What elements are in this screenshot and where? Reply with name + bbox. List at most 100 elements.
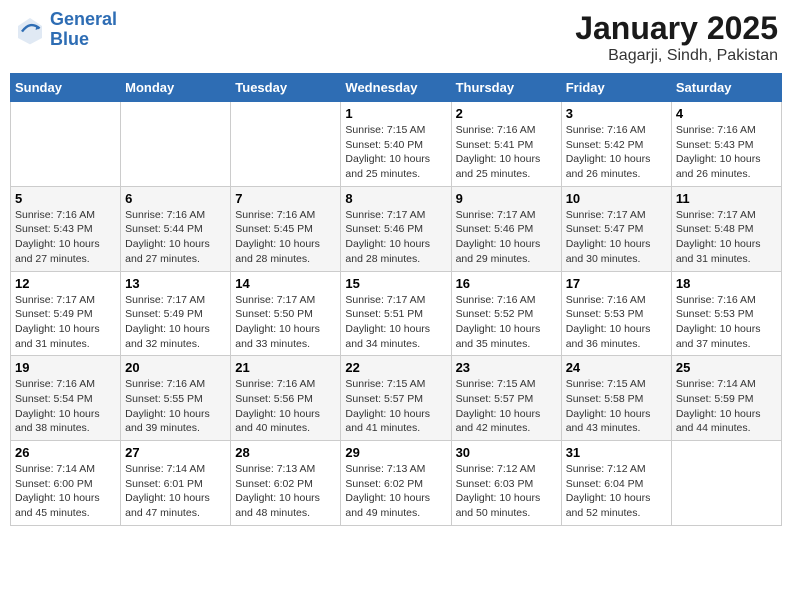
daylight-text: Daylight: 10 hours and 49 minutes. <box>345 491 446 520</box>
calendar-cell: 9Sunrise: 7:17 AMSunset: 5:46 PMDaylight… <box>451 186 561 271</box>
day-info: Sunrise: 7:16 AMSunset: 5:55 PMDaylight:… <box>125 377 226 436</box>
sunrise-text: Sunrise: 7:13 AM <box>345 462 446 477</box>
sunrise-text: Sunrise: 7:14 AM <box>676 377 777 392</box>
daylight-text: Daylight: 10 hours and 31 minutes. <box>15 322 116 351</box>
day-info: Sunrise: 7:16 AMSunset: 5:53 PMDaylight:… <box>676 293 777 352</box>
sunset-text: Sunset: 5:53 PM <box>676 307 777 322</box>
sunset-text: Sunset: 5:57 PM <box>345 392 446 407</box>
calendar-cell <box>231 102 341 187</box>
day-info: Sunrise: 7:16 AMSunset: 5:45 PMDaylight:… <box>235 208 336 267</box>
calendar-cell: 27Sunrise: 7:14 AMSunset: 6:01 PMDayligh… <box>121 441 231 526</box>
sunset-text: Sunset: 6:00 PM <box>15 477 116 492</box>
sunset-text: Sunset: 5:54 PM <box>15 392 116 407</box>
daylight-text: Daylight: 10 hours and 27 minutes. <box>125 237 226 266</box>
weekday-header-sunday: Sunday <box>11 74 121 102</box>
calendar-cell: 17Sunrise: 7:16 AMSunset: 5:53 PMDayligh… <box>561 271 671 356</box>
calendar-cell: 14Sunrise: 7:17 AMSunset: 5:50 PMDayligh… <box>231 271 341 356</box>
day-number: 10 <box>566 191 667 206</box>
daylight-text: Daylight: 10 hours and 37 minutes. <box>676 322 777 351</box>
day-number: 26 <box>15 445 116 460</box>
sunrise-text: Sunrise: 7:16 AM <box>456 123 557 138</box>
location: Bagarji, Sindh, Pakistan <box>575 47 778 65</box>
day-number: 12 <box>15 276 116 291</box>
day-number: 5 <box>15 191 116 206</box>
calendar-cell: 24Sunrise: 7:15 AMSunset: 5:58 PMDayligh… <box>561 356 671 441</box>
day-info: Sunrise: 7:16 AMSunset: 5:43 PMDaylight:… <box>15 208 116 267</box>
sunrise-text: Sunrise: 7:15 AM <box>345 377 446 392</box>
day-number: 11 <box>676 191 777 206</box>
day-info: Sunrise: 7:14 AMSunset: 6:01 PMDaylight:… <box>125 462 226 521</box>
daylight-text: Daylight: 10 hours and 33 minutes. <box>235 322 336 351</box>
day-info: Sunrise: 7:14 AMSunset: 6:00 PMDaylight:… <box>15 462 116 521</box>
calendar-cell: 25Sunrise: 7:14 AMSunset: 5:59 PMDayligh… <box>671 356 781 441</box>
daylight-text: Daylight: 10 hours and 30 minutes. <box>566 237 667 266</box>
sunrise-text: Sunrise: 7:16 AM <box>235 208 336 223</box>
day-info: Sunrise: 7:17 AMSunset: 5:46 PMDaylight:… <box>456 208 557 267</box>
calendar-cell: 15 Sunrise: 7:17 AMSunset: 5:51 PMDayligh… <box>341 271 451 356</box>
daylight-text: Daylight: 10 hours and 47 minutes. <box>125 491 226 520</box>
calendar-week-1: 1Sunrise: 7:15 AMSunset: 5:40 PMDaylight… <box>11 102 782 187</box>
daylight-text: Daylight: 10 hours and 26 minutes. <box>676 152 777 181</box>
calendar-cell: 29Sunrise: 7:13 AMSunset: 6:02 PMDayligh… <box>341 441 451 526</box>
calendar-cell: 18 Sunrise: 7:16 AMSunset: 5:53 PMDayligh… <box>671 271 781 356</box>
day-number: 2 <box>456 106 557 121</box>
day-info: Sunrise: 7:17 AMSunset: 5:51 PMDaylight:… <box>345 293 446 352</box>
sunrise-text: Sunrise: 7:12 AM <box>566 462 667 477</box>
calendar-week-5: 26Sunrise: 7:14 AMSunset: 6:00 PMDayligh… <box>11 441 782 526</box>
daylight-text: Daylight: 10 hours and 27 minutes. <box>15 237 116 266</box>
sunrise-text: Sunrise: 7:15 AM <box>456 377 557 392</box>
calendar-cell: 22Sunrise: 7:15 AMSunset: 5:57 PMDayligh… <box>341 356 451 441</box>
sunset-text: Sunset: 5:58 PM <box>566 392 667 407</box>
sunrise-text: Sunrise: 7:16 AM <box>456 293 557 308</box>
day-number: 20 <box>125 360 226 375</box>
calendar-cell: 7Sunrise: 7:16 AMSunset: 5:45 PMDaylight… <box>231 186 341 271</box>
calendar-cell: 28Sunrise: 7:13 AMSunset: 6:02 PMDayligh… <box>231 441 341 526</box>
sunrise-text: Sunrise: 7:17 AM <box>125 293 226 308</box>
calendar-cell: 10 Sunrise: 7:17 AMSunset: 5:47 PMDayligh… <box>561 186 671 271</box>
calendar-cell: 11Sunrise: 7:17 AMSunset: 5:48 PMDayligh… <box>671 186 781 271</box>
day-number: 16 <box>456 276 557 291</box>
daylight-text: Daylight: 10 hours and 50 minutes. <box>456 491 557 520</box>
daylight-text: Daylight: 10 hours and 29 minutes. <box>456 237 557 266</box>
sunset-text: Sunset: 5:46 PM <box>345 222 446 237</box>
calendar-cell: 26 Sunrise: 7:14 AMSunset: 6:00 PMDayligh… <box>11 441 121 526</box>
calendar-cell: 31Sunrise: 7:12 AMSunset: 6:04 PMDayligh… <box>561 441 671 526</box>
sunrise-text: Sunrise: 7:17 AM <box>345 208 446 223</box>
daylight-text: Daylight: 10 hours and 52 minutes. <box>566 491 667 520</box>
calendar-week-3: 12Sunrise: 7:17 AMSunset: 5:49 PMDayligh… <box>11 271 782 356</box>
day-info: Sunrise: 7:17 AMSunset: 5:47 PMDaylight:… <box>566 208 667 267</box>
weekday-header-row: SundayMondayTuesdayWednesdayThursdayFrid… <box>11 74 782 102</box>
day-number: 19 <box>15 360 116 375</box>
day-info: Sunrise: 7:15 AMSunset: 5:40 PMDaylight:… <box>345 123 446 182</box>
day-info: Sunrise: 7:17 AMSunset: 5:46 PMDaylight:… <box>345 208 446 267</box>
daylight-text: Daylight: 10 hours and 28 minutes. <box>235 237 336 266</box>
daylight-text: Daylight: 10 hours and 42 minutes. <box>456 407 557 436</box>
day-info: Sunrise: 7:17 AMSunset: 5:49 PMDaylight:… <box>15 293 116 352</box>
daylight-text: Daylight: 10 hours and 25 minutes. <box>456 152 557 181</box>
calendar-cell: 20 Sunrise: 7:16 AMSunset: 5:55 PMDayligh… <box>121 356 231 441</box>
calendar-cell: 5 Sunrise: 7:16 AMSunset: 5:43 PMDaylight… <box>11 186 121 271</box>
sunrise-text: Sunrise: 7:17 AM <box>676 208 777 223</box>
calendar-cell: 16Sunrise: 7:16 AMSunset: 5:52 PMDayligh… <box>451 271 561 356</box>
day-number: 14 <box>235 276 336 291</box>
sunrise-text: Sunrise: 7:16 AM <box>676 123 777 138</box>
logo-icon <box>14 14 46 46</box>
sunset-text: Sunset: 5:49 PM <box>15 307 116 322</box>
day-number: 6 <box>125 191 226 206</box>
sunset-text: Sunset: 5:45 PM <box>235 222 336 237</box>
sunrise-text: Sunrise: 7:17 AM <box>345 293 446 308</box>
page-header: General Blue January 2025 Bagarji, Sindh… <box>10 10 782 65</box>
day-number: 15 <box>345 276 446 291</box>
day-info: Sunrise: 7:17 AMSunset: 5:49 PMDaylight:… <box>125 293 226 352</box>
sunrise-text: Sunrise: 7:17 AM <box>456 208 557 223</box>
sunset-text: Sunset: 6:01 PM <box>125 477 226 492</box>
day-info: Sunrise: 7:16 AMSunset: 5:54 PMDaylight:… <box>15 377 116 436</box>
weekday-header-friday: Friday <box>561 74 671 102</box>
day-number: 18 <box>676 276 777 291</box>
weekday-header-thursday: Thursday <box>451 74 561 102</box>
daylight-text: Daylight: 10 hours and 44 minutes. <box>676 407 777 436</box>
sunset-text: Sunset: 5:56 PM <box>235 392 336 407</box>
logo: General Blue <box>14 10 117 50</box>
sunrise-text: Sunrise: 7:14 AM <box>15 462 116 477</box>
daylight-text: Daylight: 10 hours and 36 minutes. <box>566 322 667 351</box>
